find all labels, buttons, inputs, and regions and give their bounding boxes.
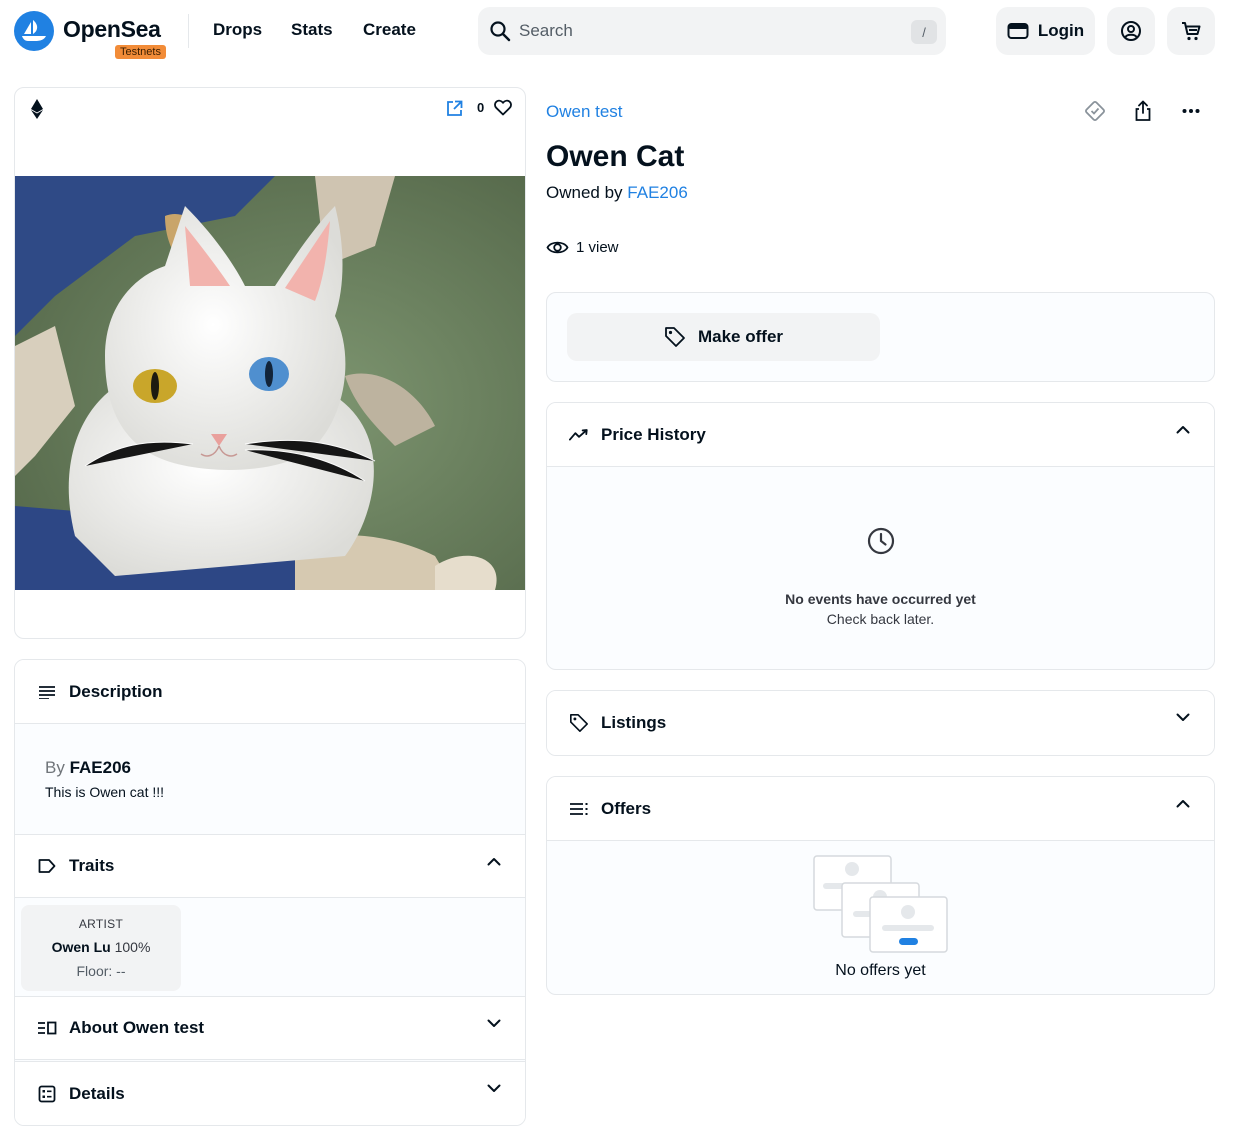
search-input[interactable]: Search — [519, 21, 573, 41]
tag-label-icon — [38, 859, 56, 873]
make-offer-label: Make offer — [697, 327, 784, 346]
description-header[interactable]: Description — [15, 660, 525, 724]
empty-offers-illustration — [813, 855, 948, 953]
trait-floor: Floor: -- — [76, 963, 126, 979]
nav-stats[interactable]: Stats — [291, 20, 333, 40]
login-button[interactable]: Login — [996, 7, 1095, 55]
no-events-subtitle: Check back later. — [826, 611, 935, 627]
view-count: 1 view — [576, 239, 619, 256]
chevron-up-icon[interactable] — [1176, 425, 1190, 434]
trait-value: Owen Lu — [51, 939, 111, 955]
details-header[interactable]: Details — [15, 1061, 525, 1125]
chevron-down-icon[interactable] — [487, 1084, 501, 1093]
cart-icon — [1182, 22, 1201, 41]
heart-icon[interactable] — [494, 99, 512, 116]
no-offers-text: No offers yet — [835, 962, 926, 979]
testnets-badge: Testnets — [115, 45, 166, 59]
favorites-count: 0 — [477, 100, 485, 115]
creator-line: By FAE206 — [45, 758, 131, 778]
owned-by-label: Owned by — [546, 183, 623, 202]
chevron-down-icon[interactable] — [1176, 713, 1190, 722]
offer-card: Make offer — [546, 292, 1215, 382]
account-button[interactable] — [1107, 7, 1155, 55]
media-card: 0 — [14, 87, 526, 639]
listings-title: Listings — [601, 713, 667, 732]
wallet-icon — [1007, 23, 1029, 39]
search-shortcut-key: / — [911, 20, 937, 44]
more-options-icon[interactable] — [1182, 108, 1200, 114]
header-divider — [188, 14, 189, 48]
price-history-title: Price History — [601, 424, 706, 444]
chevron-down-icon[interactable] — [487, 1019, 501, 1028]
make-offer-button[interactable]: Make offer — [567, 313, 880, 361]
offers-panel: Offers No offers yet — [546, 776, 1215, 995]
opensea-logo[interactable] — [14, 11, 54, 51]
offers-list-icon — [570, 802, 588, 815]
description-text: This is Owen cat !!! — [45, 784, 165, 800]
nft-image-cat[interactable] — [15, 176, 525, 590]
offers-header[interactable]: Offers — [547, 777, 1214, 841]
offers-title: Offers — [601, 798, 652, 818]
nav-create[interactable]: Create — [363, 20, 416, 40]
share-icon[interactable] — [1134, 100, 1152, 122]
external-link-icon[interactable] — [446, 100, 463, 117]
cart-button[interactable] — [1167, 7, 1215, 55]
listings-panel: Listings — [546, 690, 1215, 756]
search-icon — [490, 21, 511, 42]
chevron-up-icon[interactable] — [487, 857, 501, 866]
trait-type: ARTIST — [78, 917, 124, 931]
by-label: By — [45, 758, 65, 777]
brand-name[interactable]: OpenSea — [63, 16, 161, 43]
description-lines-icon — [39, 685, 55, 699]
tag-icon — [570, 714, 588, 732]
search-bar[interactable]: Search / — [478, 7, 946, 55]
owner-link[interactable]: FAE206 — [627, 183, 688, 202]
details-title: Details — [69, 1083, 125, 1103]
description-title: Description — [69, 681, 163, 701]
price-history-header[interactable]: Price History — [547, 403, 1214, 467]
trending-icon — [569, 428, 588, 440]
user-circle-icon — [1121, 21, 1141, 41]
about-list-icon — [38, 1021, 57, 1035]
nav-drops[interactable]: Drops — [213, 20, 262, 40]
about-title: About Owen test — [69, 1018, 205, 1037]
ethereum-icon — [31, 99, 43, 119]
chevron-up-icon[interactable] — [1176, 799, 1190, 808]
collection-link[interactable]: Owen test — [546, 102, 623, 122]
trait-percent: 100% — [114, 939, 151, 955]
traits-header[interactable]: Traits — [15, 834, 525, 898]
boat-icon — [22, 20, 46, 41]
tag-icon — [665, 327, 685, 347]
eye-icon — [546, 241, 569, 254]
info-panel: Description By FAE206 This is Owen cat !… — [14, 659, 526, 1126]
trait-tile-artist[interactable]: ARTIST Owen Lu 100% Floor: -- — [21, 905, 181, 991]
price-history-panel: Price History No events have occurred ye… — [546, 402, 1215, 670]
no-events-title: No events have occurred yet — [785, 591, 976, 607]
item-title: Owen Cat — [546, 140, 685, 173]
verify-badge-icon[interactable] — [1083, 99, 1107, 123]
traits-title: Traits — [69, 856, 115, 875]
details-list-icon — [38, 1085, 56, 1102]
about-header[interactable]: About Owen test — [15, 996, 525, 1060]
listings-header[interactable]: Listings — [547, 691, 1214, 755]
clock-icon — [867, 527, 895, 555]
owner-line: Owned by FAE206 — [546, 183, 688, 203]
login-label: Login — [1037, 21, 1085, 40]
creator-name[interactable]: FAE206 — [70, 758, 131, 777]
